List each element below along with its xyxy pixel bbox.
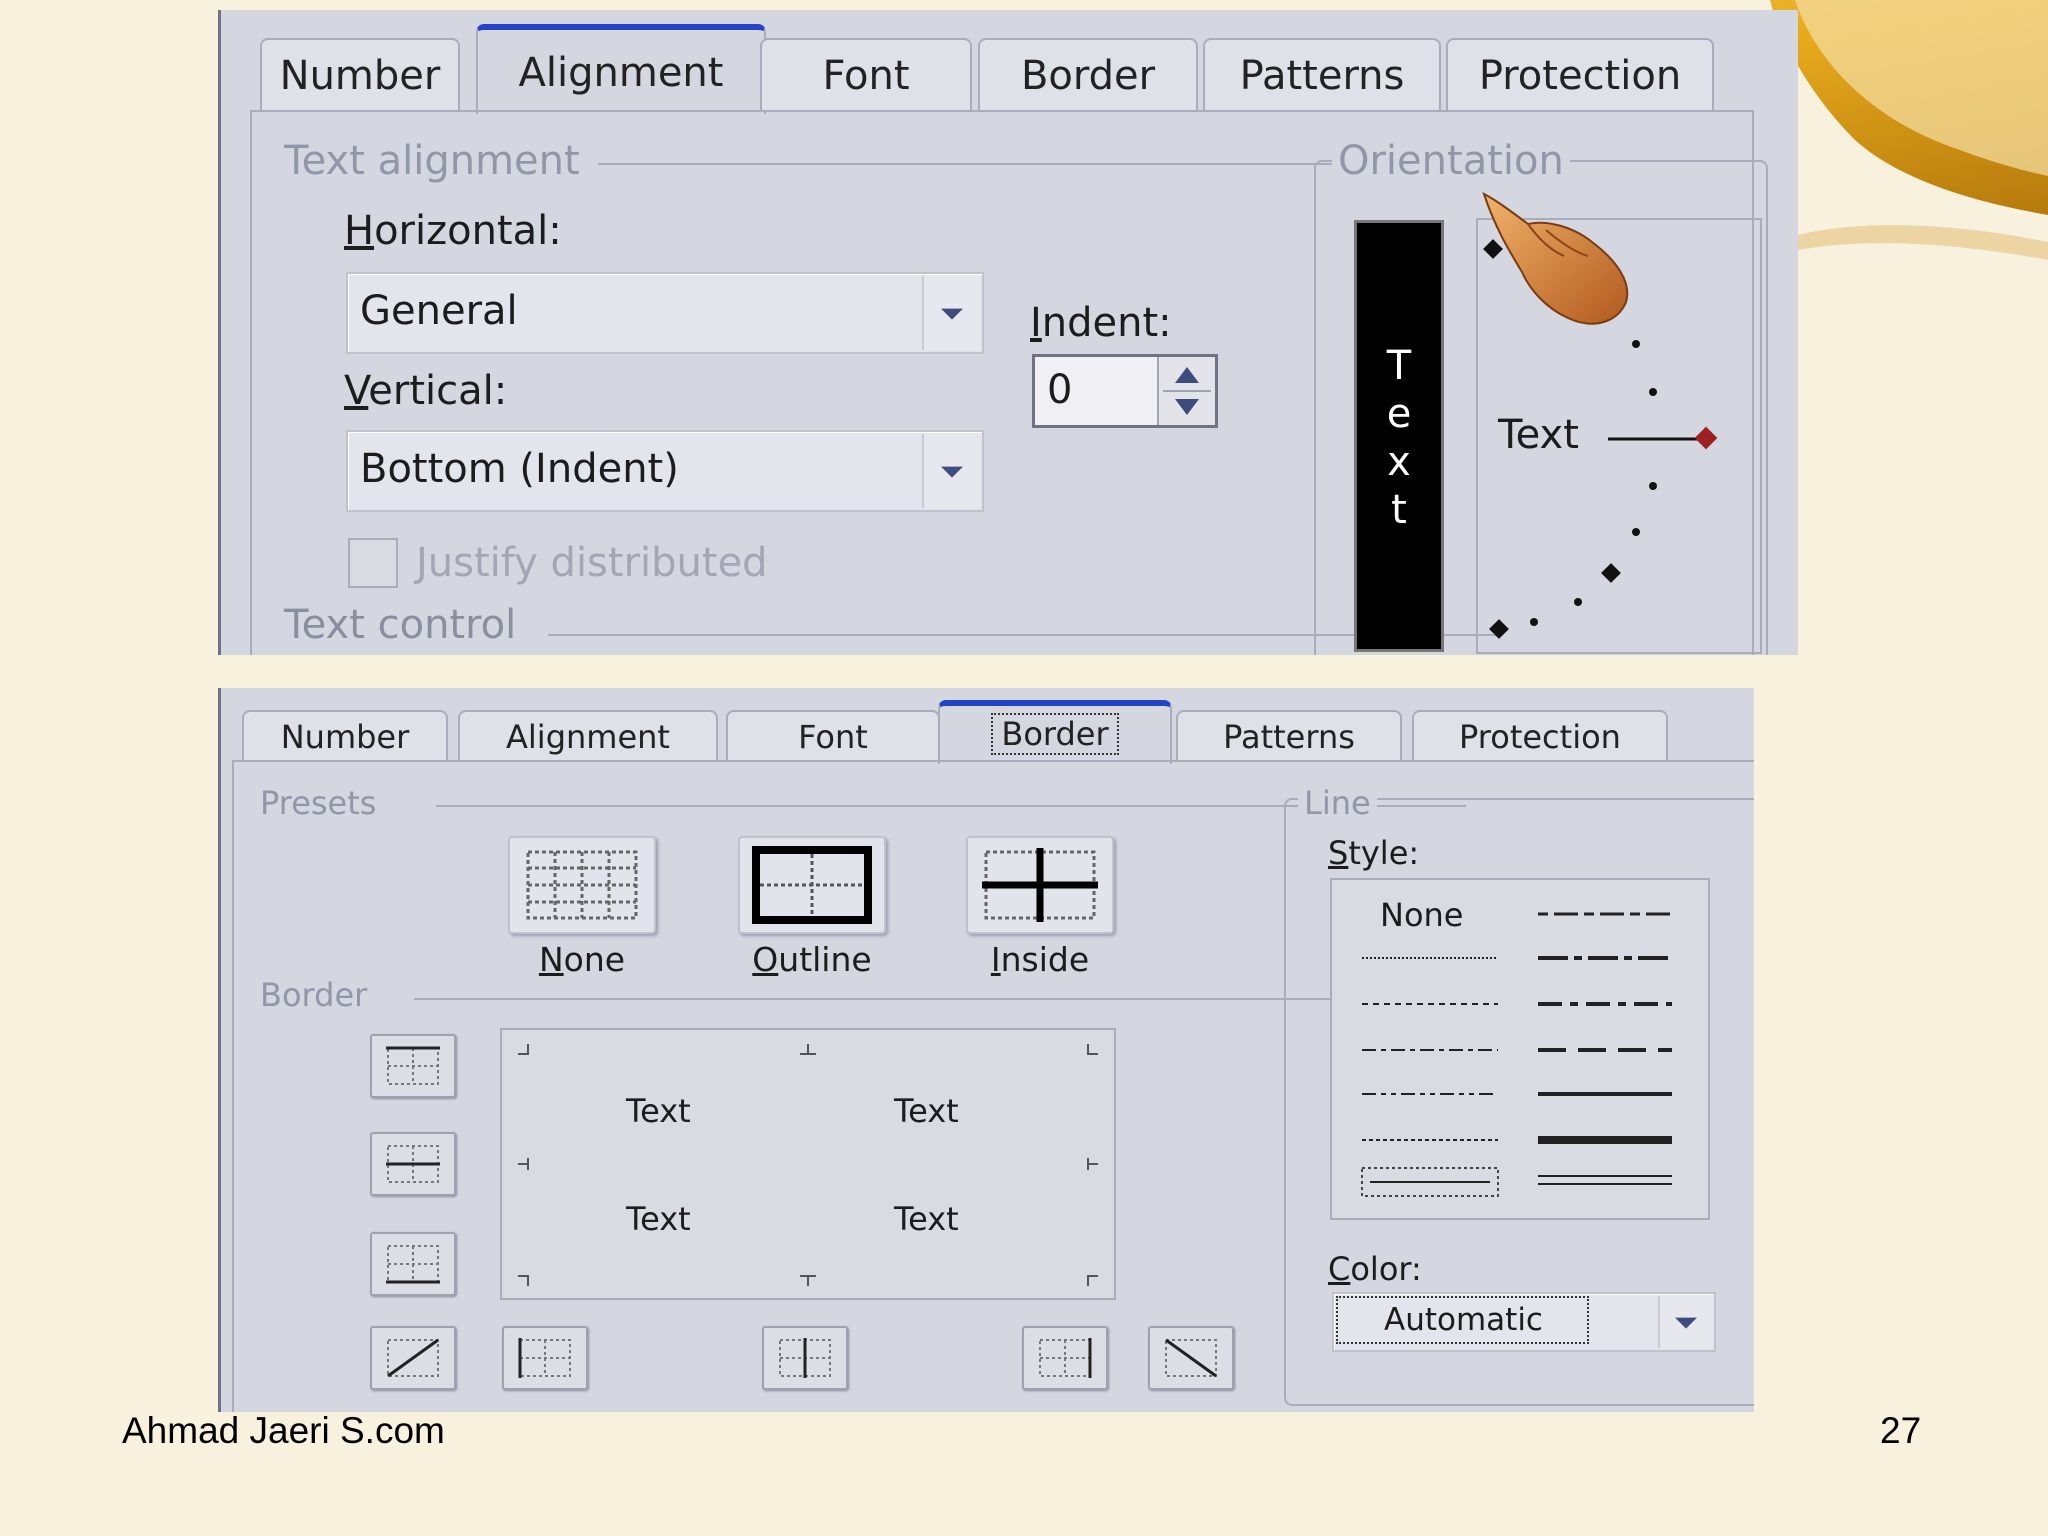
border-top-icon xyxy=(386,1046,440,1085)
vertical-text-letter: x xyxy=(1387,439,1411,485)
border-diagonal-down-button[interactable] xyxy=(1148,1326,1234,1390)
presets-group-label: Presets xyxy=(260,784,377,822)
footer-author: Ahmad Jaeri S.com xyxy=(122,1410,445,1451)
tab-font[interactable]: Font xyxy=(760,38,972,112)
line-style-swatches xyxy=(1361,912,1672,1197)
orientation-dial-text: Text xyxy=(1498,412,1579,458)
vertical-text-letter: T xyxy=(1386,343,1412,389)
border-right-button[interactable] xyxy=(1022,1326,1108,1390)
vertical-label: Vertical: xyxy=(344,368,508,414)
line-group-label: Line xyxy=(1298,784,1377,822)
vertical-value: Bottom (Indent) xyxy=(360,446,679,492)
border-bottom-icon xyxy=(386,1245,440,1284)
color-label: Color: xyxy=(1328,1250,1422,1288)
justify-distributed-label: Justify distributed xyxy=(416,540,768,586)
color-select[interactable]: Automatic xyxy=(1332,1292,1716,1352)
border-inside-vertical-icon xyxy=(779,1338,831,1378)
vertical-select[interactable]: Bottom (Indent) xyxy=(346,430,984,512)
justify-distributed-checkbox[interactable] xyxy=(348,538,398,588)
horizontal-select[interactable]: General xyxy=(346,272,984,354)
preset-outline-label: Outline xyxy=(752,940,872,979)
preview-text: Text xyxy=(894,1092,959,1130)
chevron-down-icon xyxy=(941,308,963,320)
border-diagonal-up-button[interactable] xyxy=(370,1326,456,1390)
vertical-text-letter: t xyxy=(1391,487,1407,533)
color-value: Automatic xyxy=(1336,1296,1589,1344)
tab-patterns[interactable]: Patterns xyxy=(1176,710,1402,762)
diagonal-down-icon xyxy=(1165,1338,1217,1378)
chevron-down-icon xyxy=(941,466,963,478)
preset-inside-icon xyxy=(982,848,1098,922)
tab-font[interactable]: Font xyxy=(726,710,940,762)
indent-value: 0 xyxy=(1047,367,1073,413)
chevron-down-icon xyxy=(1675,1317,1697,1329)
style-label: Style: xyxy=(1328,834,1420,872)
tab-number[interactable]: Number xyxy=(260,38,460,112)
horizontal-dropdown-button[interactable] xyxy=(922,276,980,350)
text-control-group-label: Text control xyxy=(284,602,517,648)
tab-protection[interactable]: Protection xyxy=(1446,38,1714,112)
tab-border[interactable]: Border xyxy=(938,700,1172,764)
preview-text: Text xyxy=(626,1092,691,1130)
preview-text: Text xyxy=(626,1200,691,1238)
indent-spinner[interactable]: 0 xyxy=(1032,354,1218,428)
tab-patterns[interactable]: Patterns xyxy=(1203,38,1441,112)
color-dropdown-button[interactable] xyxy=(1658,1296,1712,1348)
window-edge xyxy=(218,10,221,655)
text-alignment-group-label: Text alignment xyxy=(284,138,580,184)
tab-protection[interactable]: Protection xyxy=(1412,710,1668,762)
preset-none-button[interactable] xyxy=(508,836,656,934)
border-bottom-button[interactable] xyxy=(370,1232,456,1296)
preset-outline-button[interactable] xyxy=(738,836,886,934)
border-right-icon xyxy=(1039,1338,1092,1378)
diagonal-up-icon xyxy=(387,1338,439,1378)
border-left-icon xyxy=(518,1338,571,1378)
spin-arrows-icon xyxy=(1163,367,1211,415)
border-inside-horizontal-icon xyxy=(386,1145,440,1183)
border-top-button[interactable] xyxy=(370,1034,456,1098)
vertical-text-letter: e xyxy=(1386,391,1412,437)
border-preview[interactable]: Text Text Text Text xyxy=(500,1028,1116,1300)
preset-inside-button[interactable] xyxy=(966,836,1114,934)
preset-none-icon xyxy=(526,850,638,920)
line-style-list[interactable]: None xyxy=(1330,878,1710,1220)
tab-number[interactable]: Number xyxy=(242,710,448,762)
border-preview-corner-marks xyxy=(518,1044,1098,1286)
vertical-text-orientation-button[interactable]: T e x t xyxy=(1354,220,1444,652)
preset-inside-label: Inside xyxy=(990,940,1090,979)
window-edge xyxy=(218,688,221,1412)
preset-outline-icon xyxy=(752,846,872,924)
horizontal-label: Horizontal: xyxy=(344,208,562,254)
preview-text: Text xyxy=(894,1200,959,1238)
alignment-dialog: Number Alignment Font Border Patterns Pr… xyxy=(218,10,1798,655)
border-middle-horizontal-button[interactable] xyxy=(370,1132,456,1196)
border-left-button[interactable] xyxy=(502,1326,588,1390)
border-middle-vertical-button[interactable] xyxy=(762,1326,848,1390)
slide-number: 27 xyxy=(1880,1410,1922,1451)
tab-alignment[interactable]: Alignment xyxy=(476,24,766,114)
tab-border[interactable]: Border xyxy=(978,38,1198,112)
tab-alignment[interactable]: Alignment xyxy=(458,710,718,762)
indent-label: Indent: xyxy=(1030,300,1172,346)
border-group-label: Border xyxy=(260,976,368,1014)
orientation-group-label: Orientation xyxy=(1332,138,1570,184)
hand-pointer-icon xyxy=(1482,192,1629,325)
vertical-dropdown-button[interactable] xyxy=(922,434,980,508)
horizontal-value: General xyxy=(360,288,518,334)
border-dialog: Number Alignment Font Border Patterns Pr… xyxy=(218,688,1754,1412)
indent-spin-buttons[interactable] xyxy=(1157,357,1215,425)
preset-none-label: None xyxy=(538,940,626,979)
